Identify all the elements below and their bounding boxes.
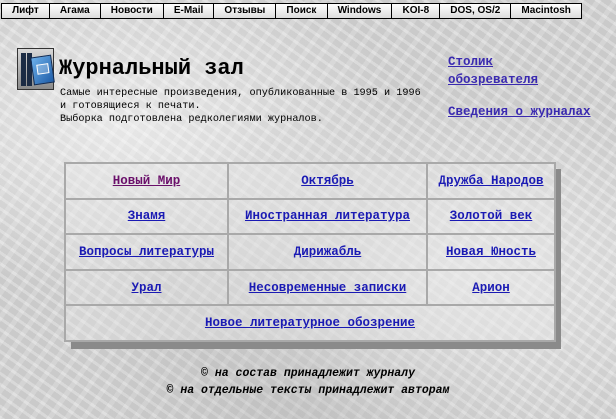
journal-link-novyi-mir[interactable]: Новый Мир (113, 174, 181, 188)
nav-email[interactable]: E-Mail (163, 4, 215, 18)
copyright-line-1: © на состав принадлежит журналу (201, 367, 415, 380)
journal-link-novoe-literaturnoe-obozrenie[interactable]: Новое литературное обозрение (205, 316, 415, 330)
page-title: Журнальный зал (59, 56, 244, 81)
nav-windows[interactable]: Windows (327, 4, 393, 18)
copyright-footer: © на состав принадлежит журналу © на отд… (0, 365, 616, 399)
nav-agama[interactable]: Агама (49, 4, 101, 18)
description-line-2: и готовящиеся к печати. (60, 101, 201, 112)
reviewer-table-link[interactable]: Столик обозревателя (448, 55, 538, 87)
nav-lift[interactable]: Лифт (2, 4, 50, 18)
site-description: Самые интересные произведения, опубликов… (60, 87, 445, 126)
description-line-3: Выборка подготовлена редколегиями журнал… (60, 114, 323, 125)
journal-link-nesovremennye-zapiski[interactable]: Несовременные записки (249, 281, 407, 295)
nav-news[interactable]: Новости (100, 4, 164, 18)
copyright-line-2: © на отдельные тексты принадлежит автора… (166, 384, 450, 397)
journal-link-arion[interactable]: Арион (472, 281, 510, 295)
nav-search[interactable]: Поиск (276, 4, 328, 18)
nav-macintosh[interactable]: Macintosh (511, 4, 581, 18)
journal-link-voprosy-literatury[interactable]: Вопросы литературы (79, 245, 214, 259)
journal-link-dirizhabl[interactable]: Дирижабль (294, 245, 362, 259)
nav-reviews[interactable]: Отзывы (214, 4, 277, 18)
journal-link-zolotoi-vek[interactable]: Золотой век (450, 209, 533, 223)
journal-link-oktyabr[interactable]: Октябрь (301, 174, 354, 188)
journal-link-znamya[interactable]: Знамя (128, 209, 166, 223)
nav-koi8[interactable]: KOI-8 (392, 4, 441, 18)
top-navigation-bar: Лифт Агама Новости E-Mail Отзывы Поиск W… (1, 3, 582, 19)
journal-link-ural[interactable]: Урал (131, 281, 161, 295)
description-line-1: Самые интересные произведения, опубликов… (60, 88, 421, 99)
nav-dos-os2[interactable]: DOS, OS/2 (440, 4, 512, 18)
journal-link-druzhba-narodov[interactable]: Дружба Народов (438, 174, 543, 188)
journal-link-novaya-yunost[interactable]: Новая Юность (446, 245, 536, 259)
journals-table: Новый Мир Октябрь Дружба Народов Знамя И… (64, 162, 556, 342)
journal-books-logo-icon (17, 48, 55, 90)
journals-info-link[interactable]: Сведения о журналах (448, 105, 591, 119)
journal-link-inostrannaya-literatura[interactable]: Иностранная литература (245, 209, 410, 223)
